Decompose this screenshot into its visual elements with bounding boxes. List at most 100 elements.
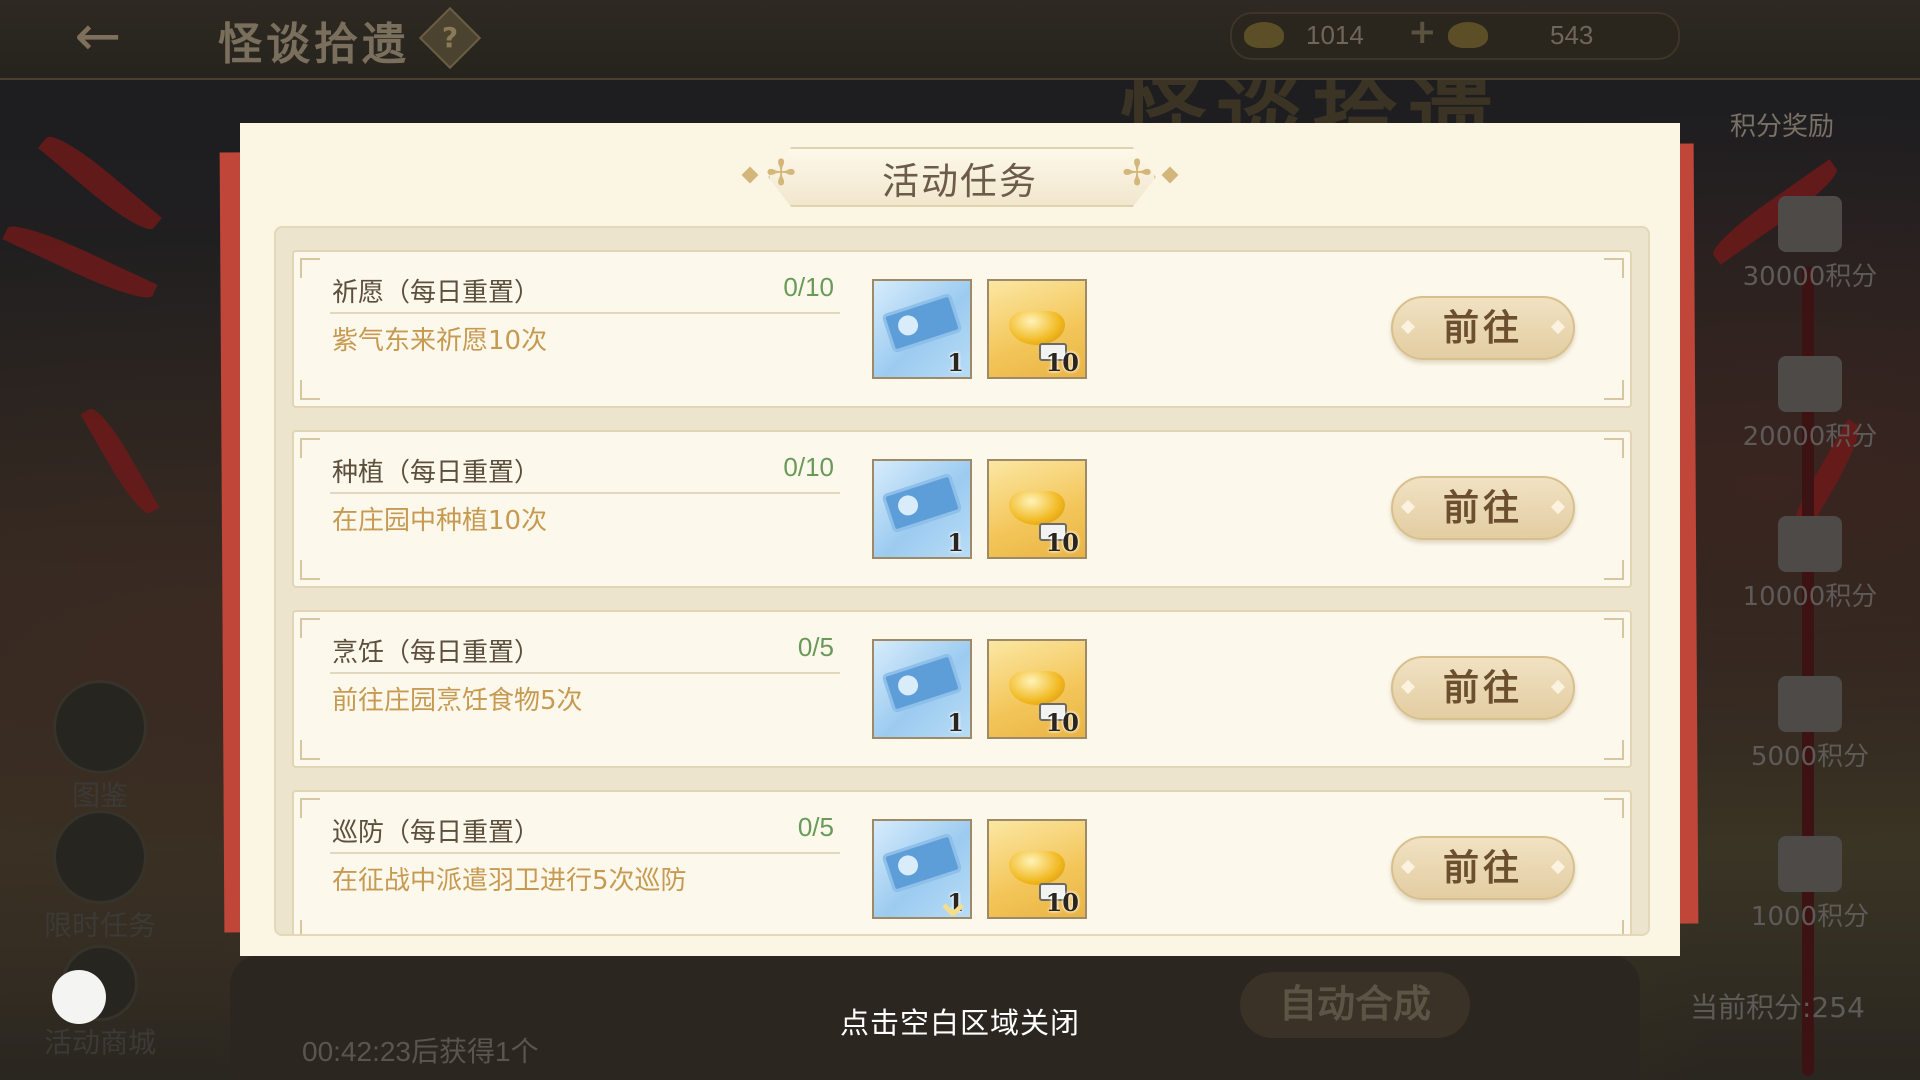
currency-amount-a: 1014 [1306, 20, 1364, 50]
side-button-codex[interactable]: 图鉴 [40, 680, 160, 814]
task-divider [330, 492, 840, 494]
reward-count: 1 [947, 348, 964, 377]
task-card: 祈愿（每日重置） 0/10 紫气东来祈愿10次 1 10 前往 [292, 250, 1632, 408]
gift-box-icon [1778, 836, 1842, 892]
corner-ornament [1604, 740, 1624, 760]
currency-amount-b: 543 [1550, 20, 1594, 50]
question-icon: ? [441, 21, 459, 54]
ticket-icon [881, 652, 963, 714]
back-arrow-icon: ← [74, 4, 122, 69]
currency-bar: 1014 + 543 [1230, 12, 1680, 60]
task-name: 烹饪（每日重置） [332, 638, 541, 668]
corner-ornament [1604, 380, 1624, 400]
ingot-icon [1244, 22, 1284, 48]
reward-node[interactable]: 20000积分 [1743, 356, 1877, 453]
reward-count: 1 [947, 528, 964, 557]
back-button[interactable]: ← [28, 0, 168, 78]
reward-threshold: 20000积分 [1742, 422, 1878, 452]
gift-box-icon [1778, 516, 1842, 572]
task-card: 种植（每日重置） 0/10 在庄园中种植10次 1 10 前往 [292, 430, 1632, 588]
corner-ornament [1604, 258, 1624, 278]
reward-gold-ingot[interactable]: 10 [987, 279, 1087, 379]
reward-threshold: 30000积分 [1742, 262, 1878, 292]
corner-ornament [300, 618, 320, 638]
dialog-title: 活动任务 [882, 160, 1038, 203]
gift-box-icon [1778, 196, 1842, 252]
activity-tasks-dialog: ✢ 活动任务 ✢ 祈愿（每日重置） 0/10 紫气东来祈愿10次 1 10 前往… [240, 123, 1680, 956]
go-button[interactable]: 前往 [1391, 476, 1575, 540]
reward-gold-ingot[interactable]: 10 [987, 819, 1087, 919]
leaf-decoration [80, 403, 160, 519]
gold-ingot-icon [1009, 671, 1065, 705]
ticket-icon [881, 292, 963, 354]
corner-ornament [1604, 560, 1624, 580]
gold-ingot-icon [1009, 311, 1065, 345]
points-reward-panel: 积分奖励 30000积分 20000积分 10000积分 5000积分 1000… [1690, 96, 1920, 1076]
help-button[interactable]: ? [418, 6, 482, 70]
gold-ingot-icon [1009, 851, 1065, 885]
reward-threshold: 10000积分 [1742, 582, 1878, 612]
corner-ornament [300, 438, 320, 458]
leaf-decoration [2, 217, 158, 307]
corner-ornament [1604, 438, 1624, 458]
corner-ornament [300, 380, 320, 400]
go-button[interactable]: 前往 [1391, 836, 1575, 900]
reward-count: 10 [1045, 888, 1079, 917]
task-name: 种植（每日重置） [332, 458, 541, 488]
gold-ingot-icon [1009, 491, 1065, 525]
reward-ticket[interactable]: 1 [872, 639, 972, 739]
reward-node[interactable]: 10000积分 [1743, 516, 1877, 613]
go-button[interactable]: 前往 [1391, 296, 1575, 360]
reward-gold-ingot[interactable]: 10 [987, 459, 1087, 559]
gift-box-icon [1778, 356, 1842, 412]
reward-panel-title: 积分奖励 [1730, 112, 1835, 142]
reward-ticket[interactable]: 1 [872, 279, 972, 379]
task-divider [330, 312, 840, 314]
reward-ticket[interactable]: 1 [872, 459, 972, 559]
reward-count: 10 [1045, 528, 1079, 557]
reward-count: 1 [947, 708, 964, 737]
reward-count: 10 [1045, 708, 1079, 737]
ingot-icon [1448, 22, 1488, 48]
reward-node[interactable]: 1000积分 [1750, 836, 1870, 933]
task-name: 祈愿（每日重置） [332, 278, 541, 308]
task-description: 前往庄园烹饪食物5次 [332, 686, 583, 716]
scroll-down-chevron-icon[interactable]: ⌄ [933, 876, 973, 924]
page-title: 怪谈拾遗 [218, 19, 410, 70]
task-list-frame[interactable]: 祈愿（每日重置） 0/10 紫气东来祈愿10次 1 10 前往 种植（每日重置）… [274, 226, 1650, 936]
ticket-icon [881, 472, 963, 534]
task-progress: 0/5 [797, 812, 834, 842]
task-name: 巡防（每日重置） [332, 818, 541, 848]
task-description: 在征战中派遣羽卫进行5次巡防 [332, 866, 687, 896]
task-divider [330, 672, 840, 674]
task-description: 在庄园中种植10次 [332, 506, 548, 536]
side-button-limited-tasks[interactable]: 限时任务 [40, 810, 160, 944]
task-progress: 0/10 [783, 272, 834, 302]
task-progress: 0/10 [783, 452, 834, 482]
corner-ornament [1604, 798, 1624, 818]
sparkle-ornament: ✢ [1122, 153, 1153, 194]
dialog-title-plate: ✢ 活动任务 ✢ [741, 145, 1179, 207]
reward-node[interactable]: 30000积分 [1743, 196, 1877, 293]
reward-threshold: 1000积分 [1750, 902, 1870, 932]
task-description: 紫气东来祈愿10次 [332, 326, 548, 356]
book-icon [53, 680, 147, 774]
reward-node[interactable]: 5000积分 [1750, 676, 1870, 773]
task-divider [330, 852, 840, 854]
corner-ornament [300, 258, 320, 278]
tap-blank-to-close-hint: 点击空白区域关闭 [839, 1006, 1080, 1040]
corner-ornament [1604, 920, 1624, 934]
corner-ornament [300, 920, 320, 934]
leaf-decoration [38, 128, 162, 238]
reward-count: 10 [1045, 348, 1079, 377]
top-bar: ← 怪谈拾遗 ? 1014 + 543 [0, 0, 1920, 80]
gift-box-icon [1778, 676, 1842, 732]
reward-gold-ingot[interactable]: 10 [987, 639, 1087, 739]
task-progress: 0/5 [797, 632, 834, 662]
side-button-label: 限时任务 [43, 909, 156, 942]
corner-ornament [300, 740, 320, 760]
add-currency-icon[interactable]: + [1408, 12, 1437, 52]
go-button[interactable]: 前往 [1391, 656, 1575, 720]
corner-ornament [300, 798, 320, 818]
task-card: 烹饪（每日重置） 0/5 前往庄园烹饪食物5次 1 10 前往 [292, 610, 1632, 768]
